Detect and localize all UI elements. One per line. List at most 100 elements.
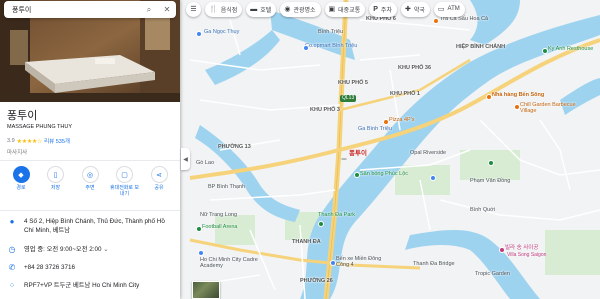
hours-text: 영업 중: 오전 9:00~오전 2:00 ⌄ [24,245,174,254]
map-label-phuong-13: PHƯỜNG 13 [218,144,251,150]
plus-code-row[interactable]: ⁘ RPF7+VP 트두군 베트남 Ho Chi Minh City [0,281,180,290]
poi-marker[interactable] [383,119,389,125]
chip-label: 음식점 [220,7,238,14]
poi-marker[interactable] [196,226,202,232]
poi-marker[interactable] [303,45,309,51]
bed-icon: ▬ [250,5,258,13]
rating-value: 3.9 [7,138,15,144]
chip-atm[interactable]: ▭ ATM [433,1,465,17]
search-box[interactable]: ⌕ ✕ [4,1,176,18]
map-label-phuong-26: PHƯỜNG 26 [300,278,333,284]
share-button[interactable]: ⋖ 공유 [144,166,174,197]
poi-marker[interactable] [542,48,548,54]
map-label-binh-quoi: Bình Quới [470,207,496,213]
chip-label: 약국 [413,7,425,14]
map-label-cadre-academy[interactable]: Ho Chi Minh City Cadre Academy [200,257,260,269]
map-label-nha-hang-ben-song[interactable]: Nhà hàng Bến Sông [492,92,544,99]
map-label-khu-pho-1: KHU PHỐ 1 [390,91,420,97]
map-label-villa-en[interactable]: Villa Song Saigon [507,253,546,258]
star-rating-icon: ★★★★☆ [16,138,43,145]
map-label-ben-xe[interactable]: Bến xe Miền Đông Công 4 [336,256,386,268]
map-label-thanh-da: THANH ĐA [292,239,321,245]
poi-marker[interactable] [488,160,494,166]
chip-restaurants[interactable]: 🍴 음식점 [205,1,243,17]
map-label-chill-garden[interactable]: Chill Garden Barbecue Village [520,102,580,114]
poi-marker[interactable] [430,175,436,181]
poi-marker[interactable] [486,94,492,100]
phone-text: +84 28 3726 3716 [24,264,75,271]
map-label-san-bong[interactable]: Sân bóng Phúc Lộc [360,171,408,178]
send-to-phone-icon: ▢ [116,166,133,183]
search-icon[interactable]: ⌕ [140,5,158,15]
bookmark-icon: ▯ [47,166,64,183]
divider [0,210,180,211]
poi-marker[interactable] [514,104,520,110]
map-label-bp-binh-thanh: BP Bình Thạnh [208,184,246,190]
camera-icon: ◉ [284,5,291,13]
phone-icon: ✆ [8,263,16,272]
map-label-football-arena[interactable]: Football Arena [202,224,237,231]
chip-transit[interactable]: ▣ 대중교통 [324,1,366,17]
pill-icon: ✚ [404,5,411,13]
place-category[interactable]: 마사지사 [7,148,27,156]
map-label-tropic-garden: Tropic Garden [475,271,510,277]
chip-label: 호텔 [260,7,272,14]
atm-icon: ▭ [437,5,445,13]
chip-attractions[interactable]: ◉ 관광명소 [280,1,321,17]
plus-code-text: RPF7+VP 트두군 베트남 Ho Chi Minh City [24,282,140,289]
map-label-ga-ngoc-thuy: Ga Ngọc Thụy [204,29,240,35]
poi-marker[interactable] [196,31,202,37]
map-label-hiep-binh-chanh: HIỆP BÌNH CHÁNH [456,44,506,50]
reviews-link[interactable]: 리뷰 535개 [44,137,70,145]
address-row[interactable]: ● 4 Số 2, Hiệp Bình Chánh, Thủ Đức, Thàn… [0,217,180,235]
directions-icon: ◆ [12,166,30,183]
chip-pharmacy[interactable]: ✚ 약국 [400,1,430,17]
send-to-phone-button[interactable]: ▢ 휴대전화로 보내기 [110,166,140,197]
map-label-pham-van-dong: Phạm Văn Đồng [470,178,511,184]
plus-code-icon: ⁘ [8,281,16,290]
hours-value: 영업 중: 오전 9:00~오전 2:00 [24,246,102,253]
chip-hotels[interactable]: ▬ 호텔 [246,1,277,17]
poi-marker[interactable] [330,260,336,266]
chip-parking[interactable]: P 주차 [369,1,397,17]
poi-marker[interactable] [499,247,505,253]
nearby-button[interactable]: ◎ 주변 [75,166,105,197]
map-label-thanh-da-park[interactable]: Thanh Đa Park [318,212,355,219]
close-icon[interactable]: ✕ [158,5,176,14]
layers-toggle-button[interactable] [192,281,220,299]
collapse-panel-button[interactable]: ◀ [181,148,190,170]
category-chips-bar: ☰ 🍴 음식점 ▬ 호텔 ◉ 관광명소 ▣ 대중교통 P 주차 ✚ 약국 ▭ A… [186,0,465,18]
divider [0,160,180,161]
chip-label: 주차 [380,7,392,14]
poi-marker[interactable] [433,18,439,24]
location-pin-icon: ● [9,217,15,226]
phone-row[interactable]: ✆ +84 28 3726 3716 [0,263,180,272]
hours-row[interactable]: ◷ 영업 중: 오전 9:00~오전 2:00 ⌄ [0,245,180,254]
chip-label: ATM [447,6,460,12]
poi-marker[interactable] [318,221,324,227]
menu-icon: ☰ [190,5,197,13]
action-buttons: ◆ 경로 ▯ 저장 ◎ 주변 ▢ 휴대전화로 보내기 ⋖ 공유 [6,166,174,197]
map-label-opal-riverside: Opal Riverside [410,150,447,156]
poi-marker[interactable] [354,172,360,178]
save-button[interactable]: ▯ 저장 [41,166,71,197]
map-label-go-lao: Gò Lao [196,160,215,166]
map-label-ga-binh-trieu: Ga Bình Triệu [358,126,392,132]
place-pin-label[interactable]: 퐁투이 [349,147,367,157]
clock-icon: ◷ [8,245,16,254]
parking-icon: P [373,5,378,13]
map-label-ky-anh: Ky Anh Resthouse [548,46,594,52]
poi-marker[interactable] [198,250,204,256]
bus-icon: ▣ [328,5,336,13]
directions-button[interactable]: ◆ 경로 [6,166,36,197]
map-label-khu-pho-36: KHU PHỐ 36 [398,65,432,71]
map-label-khu-pho-3: KHU PHỐ 3 [310,107,340,113]
map-label-villa-ko[interactable]: 빌라 송 사이공 [505,245,538,252]
search-input[interactable] [12,6,140,13]
map-label-nu-trang-long: Nữ Trang Long [200,212,238,218]
chevron-down-icon[interactable]: ⌄ [103,246,108,253]
place-subtitle: MASSAGE PHUNG THUY [7,124,72,130]
map-menu-button[interactable]: ☰ [186,1,201,17]
address-text: 4 Số 2, Hiệp Bình Chánh, Thủ Đức, Thành … [24,218,165,234]
map-label-pizza[interactable]: Pizza 4P's [389,117,415,124]
